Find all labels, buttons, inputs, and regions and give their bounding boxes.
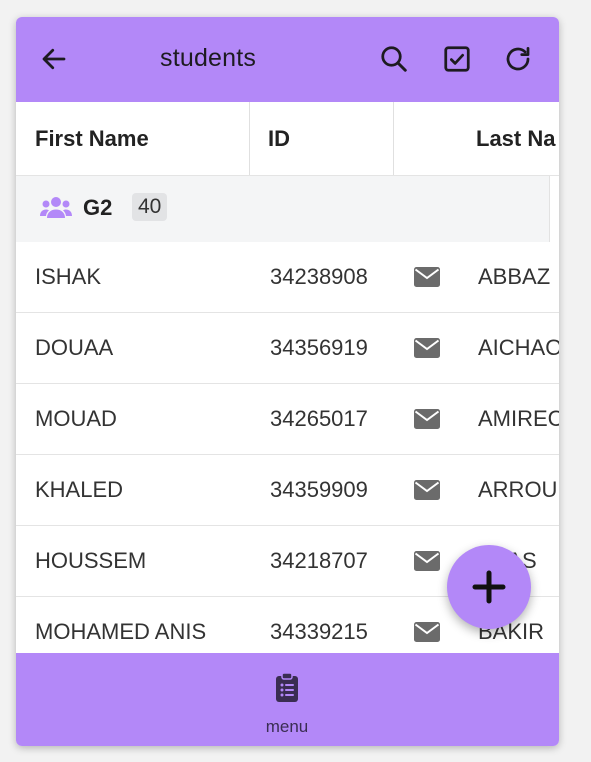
first-name-cell: MOUAD xyxy=(35,406,117,431)
mail-icon[interactable] xyxy=(414,338,440,358)
column-divider xyxy=(393,102,394,175)
mail-icon[interactable] xyxy=(414,551,440,571)
refresh-icon xyxy=(506,47,530,71)
table-row[interactable]: KHALED 34359909 ARROUI xyxy=(16,455,559,526)
nav-item-menu[interactable]: menu xyxy=(247,661,327,737)
add-student-button[interactable] xyxy=(447,545,531,629)
last-name-cell: AICHAO xyxy=(478,335,559,360)
select-button[interactable] xyxy=(435,37,479,81)
first-name-cell: ISHAK xyxy=(35,264,102,289)
group-header-row[interactable]: G2 40 xyxy=(16,176,559,243)
mail-icon[interactable] xyxy=(414,409,440,429)
nav-item-label: menu xyxy=(265,717,309,736)
column-header-first-name[interactable]: First Name xyxy=(35,102,245,175)
refresh-button[interactable] xyxy=(496,37,540,81)
plus-icon xyxy=(472,570,506,604)
table-row[interactable]: DOUAA 34356919 AICHAO xyxy=(16,313,559,384)
id-cell: 34218707 xyxy=(270,548,368,573)
users-icon xyxy=(40,197,72,218)
id-cell: 34359909 xyxy=(270,477,368,502)
first-name-cell: DOUAA xyxy=(35,335,114,360)
table-row[interactable]: ISHAK 34238908 ABBAZ xyxy=(16,242,559,313)
column-header-id[interactable]: ID xyxy=(268,102,388,175)
table-header: First Name ID Last Na xyxy=(16,102,559,176)
scroll-strip xyxy=(550,176,559,242)
first-name-cell: KHALED xyxy=(35,477,124,502)
search-button[interactable] xyxy=(372,37,416,81)
id-cell: 34265017 xyxy=(270,406,368,431)
id-cell: 34356919 xyxy=(270,335,368,360)
mail-icon[interactable] xyxy=(414,267,440,287)
arrow-left-icon xyxy=(42,48,66,70)
mail-icon[interactable] xyxy=(414,622,440,642)
table-row[interactable]: MOUAD 34265017 AMIREC xyxy=(16,384,559,455)
column-header-last-name[interactable]: Last Na xyxy=(476,102,559,175)
app-bar: students xyxy=(16,17,559,102)
app-window: students First Name ID Last Na G2 40 ISH… xyxy=(16,17,559,746)
id-cell: 34238908 xyxy=(270,264,368,289)
last-name-cell: AMIREC xyxy=(478,406,559,431)
group-name: G2 xyxy=(83,195,113,220)
back-button[interactable] xyxy=(32,37,76,81)
checkbox-icon xyxy=(444,46,470,72)
id-cell: 34339215 xyxy=(270,619,368,644)
search-icon xyxy=(381,46,407,72)
column-divider xyxy=(249,102,250,175)
first-name-cell: MOHAMED ANIS xyxy=(35,619,207,644)
last-name-cell: ARROUI xyxy=(478,477,559,502)
first-name-cell: HOUSSEM xyxy=(35,548,147,573)
bottom-nav: menu xyxy=(16,653,559,746)
page-title: students xyxy=(160,44,257,72)
group-count-badge: 40 xyxy=(132,193,168,221)
mail-icon[interactable] xyxy=(414,480,440,500)
last-name-cell: ABBAZ xyxy=(478,264,551,289)
clipboard-list-icon xyxy=(276,673,298,702)
